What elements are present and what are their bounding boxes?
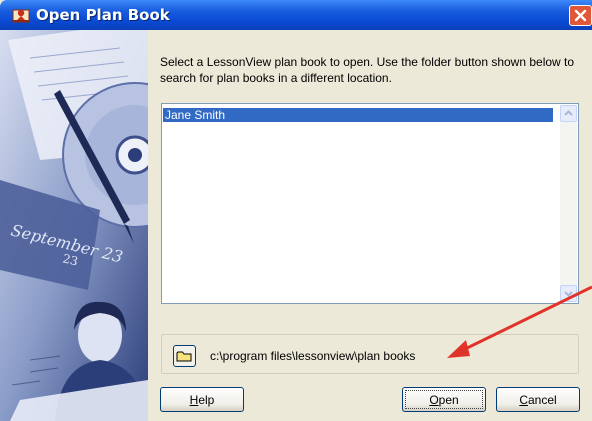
plan-book-list[interactable]: Jane Smith [161,103,579,304]
focus-ring [405,390,483,409]
scroll-up-button[interactable] [560,105,577,122]
help-button-label: Help [189,392,215,407]
list-scrollbar[interactable] [560,105,577,302]
chevron-up-icon [564,110,573,116]
chevron-down-icon [564,291,573,297]
close-button[interactable] [569,5,592,26]
open-button[interactable]: Open [402,387,486,412]
window-title: Open Plan Book [36,6,170,24]
sidebar-illustration: September 23 23 [0,30,148,421]
title-bar[interactable]: Open Plan Book [0,0,592,30]
cancel-button-label: Cancel [519,392,557,407]
browse-folder-button[interactable] [173,345,196,367]
open-plan-book-dialog: Open Plan Book September 23 23 Select a … [0,0,592,421]
app-icon [12,9,30,23]
folder-path: c:\program files\lessonview\plan books [210,349,416,363]
close-icon [574,9,587,22]
instructions-text: Select a LessonView plan book to open. U… [160,55,575,85]
help-button[interactable]: Help [160,387,244,412]
list-item[interactable]: Jane Smith [163,108,553,122]
scroll-down-button[interactable] [560,285,577,302]
cancel-button[interactable]: Cancel [496,387,580,412]
folder-icon [176,351,192,362]
